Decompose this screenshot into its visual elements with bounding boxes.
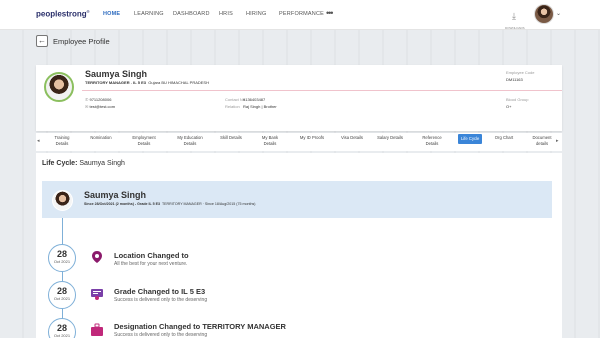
employee-banner: Saumya Singh Since 28/Oct/2021 (2 months… [42, 181, 552, 218]
tabs-left-arrow-icon[interactable]: ◂ [37, 138, 40, 144]
employee-code-label: Employee Code [506, 70, 535, 75]
download-button[interactable]: ⤓ DOWNLOADS [505, 6, 525, 31]
tab-reference-details[interactable]: Reference Details [417, 135, 447, 147]
profile-tabs: ◂ Training Details Nomination Employment… [36, 133, 562, 151]
tab-training-details[interactable]: Training Details [50, 135, 74, 147]
banner-name: Saumya Singh [84, 190, 147, 200]
profile-card: Saumya Singh TERRITORY MANAGER - IL 5 E3… [36, 65, 562, 131]
event-date: 28 Oct 2021 [48, 244, 76, 272]
contact-number: 9136403487 [243, 97, 266, 102]
profile-photo [44, 72, 74, 102]
logo[interactable]: peoplestrong® [36, 9, 90, 19]
tab-visa-details[interactable]: Visa Details [334, 135, 370, 141]
back-button[interactable]: ← [36, 35, 48, 47]
tab-employment-details[interactable]: Employment Details [127, 135, 161, 147]
nav-performance[interactable]: PERFORMANCE [279, 11, 324, 17]
user-avatar[interactable] [534, 4, 554, 24]
tab-id-proofs[interactable]: My ID Proofs [293, 135, 331, 141]
employee-code: DM11163 [506, 77, 523, 82]
event-date: 28 Oct 2021 [48, 281, 76, 309]
tab-nomination[interactable]: Nomination [86, 135, 116, 141]
tab-document-details[interactable]: Document details [526, 135, 558, 147]
tab-education-details[interactable]: My Education Details [171, 135, 209, 147]
tabs-right-arrow-icon[interactable]: ▸ [556, 138, 559, 144]
event-subtitle: Success is delivered only to the deservi… [114, 297, 208, 303]
tab-org-chart[interactable]: Org Chart [490, 135, 518, 141]
nav-hiring[interactable]: HIRING [246, 11, 266, 17]
email-address: ✉ test@test.com [85, 104, 116, 109]
chevron-down-icon[interactable]: ⌄ [556, 10, 561, 17]
download-icon: ⤓ [512, 11, 516, 21]
relation-value: Raj Singh | Brother [243, 104, 277, 109]
event-title: Location Changed to [114, 251, 189, 260]
tab-skill-details[interactable]: Skill Details [214, 135, 248, 141]
briefcase-icon [91, 323, 103, 336]
event-date: 28 Oct 2021 [48, 318, 76, 338]
event-title: Grade Changed to IL 5 E3 [114, 287, 206, 296]
tab-bank-details[interactable]: My Bank Details [256, 135, 284, 147]
banner-avatar [52, 190, 73, 211]
location-pin-icon [92, 251, 102, 263]
event-title: Designation Changed to TERRITORY MANAGER [114, 322, 286, 331]
profile-name: Saumya Singh [85, 69, 148, 79]
event-subtitle: All the best for your next venture. [114, 261, 188, 267]
nav-learning[interactable]: LEARNING [134, 11, 164, 17]
tab-life-cycle[interactable]: Life Cycle [458, 134, 483, 144]
banner-summary: Since 28/Oct/2021 (2 months) - Grade IL … [84, 202, 256, 206]
blood-group: O+ [506, 104, 512, 109]
phone-number: ✆ 9711208006 [85, 97, 112, 102]
certificate-icon [91, 289, 103, 300]
divider [82, 90, 562, 91]
nav-home[interactable]: HOME [103, 11, 120, 17]
event-subtitle: Success is delivered only to the deservi… [114, 332, 208, 338]
nav-hris[interactable]: HRIS [219, 11, 233, 17]
profile-role: TERRITORY MANAGER - IL 5 E3 Gujara BU HI… [85, 80, 209, 85]
more-menu-icon[interactable]: ••• [326, 8, 334, 18]
page-title: Employee Profile [53, 37, 110, 46]
relation-label: Relation [225, 104, 240, 109]
blood-group-label: Blood Group [506, 97, 529, 102]
tab-salary-details[interactable]: Salary Details [372, 135, 408, 141]
top-nav: peoplestrong® HOME LEARNING DASHBOARD HR… [0, 0, 600, 30]
life-cycle-panel: Life Cycle: Saumya Singh Saumya Singh Si… [36, 153, 562, 338]
nav-dashboard[interactable]: DASHBOARD [173, 11, 210, 17]
life-cycle-heading: Life Cycle: Saumya Singh [42, 160, 125, 167]
